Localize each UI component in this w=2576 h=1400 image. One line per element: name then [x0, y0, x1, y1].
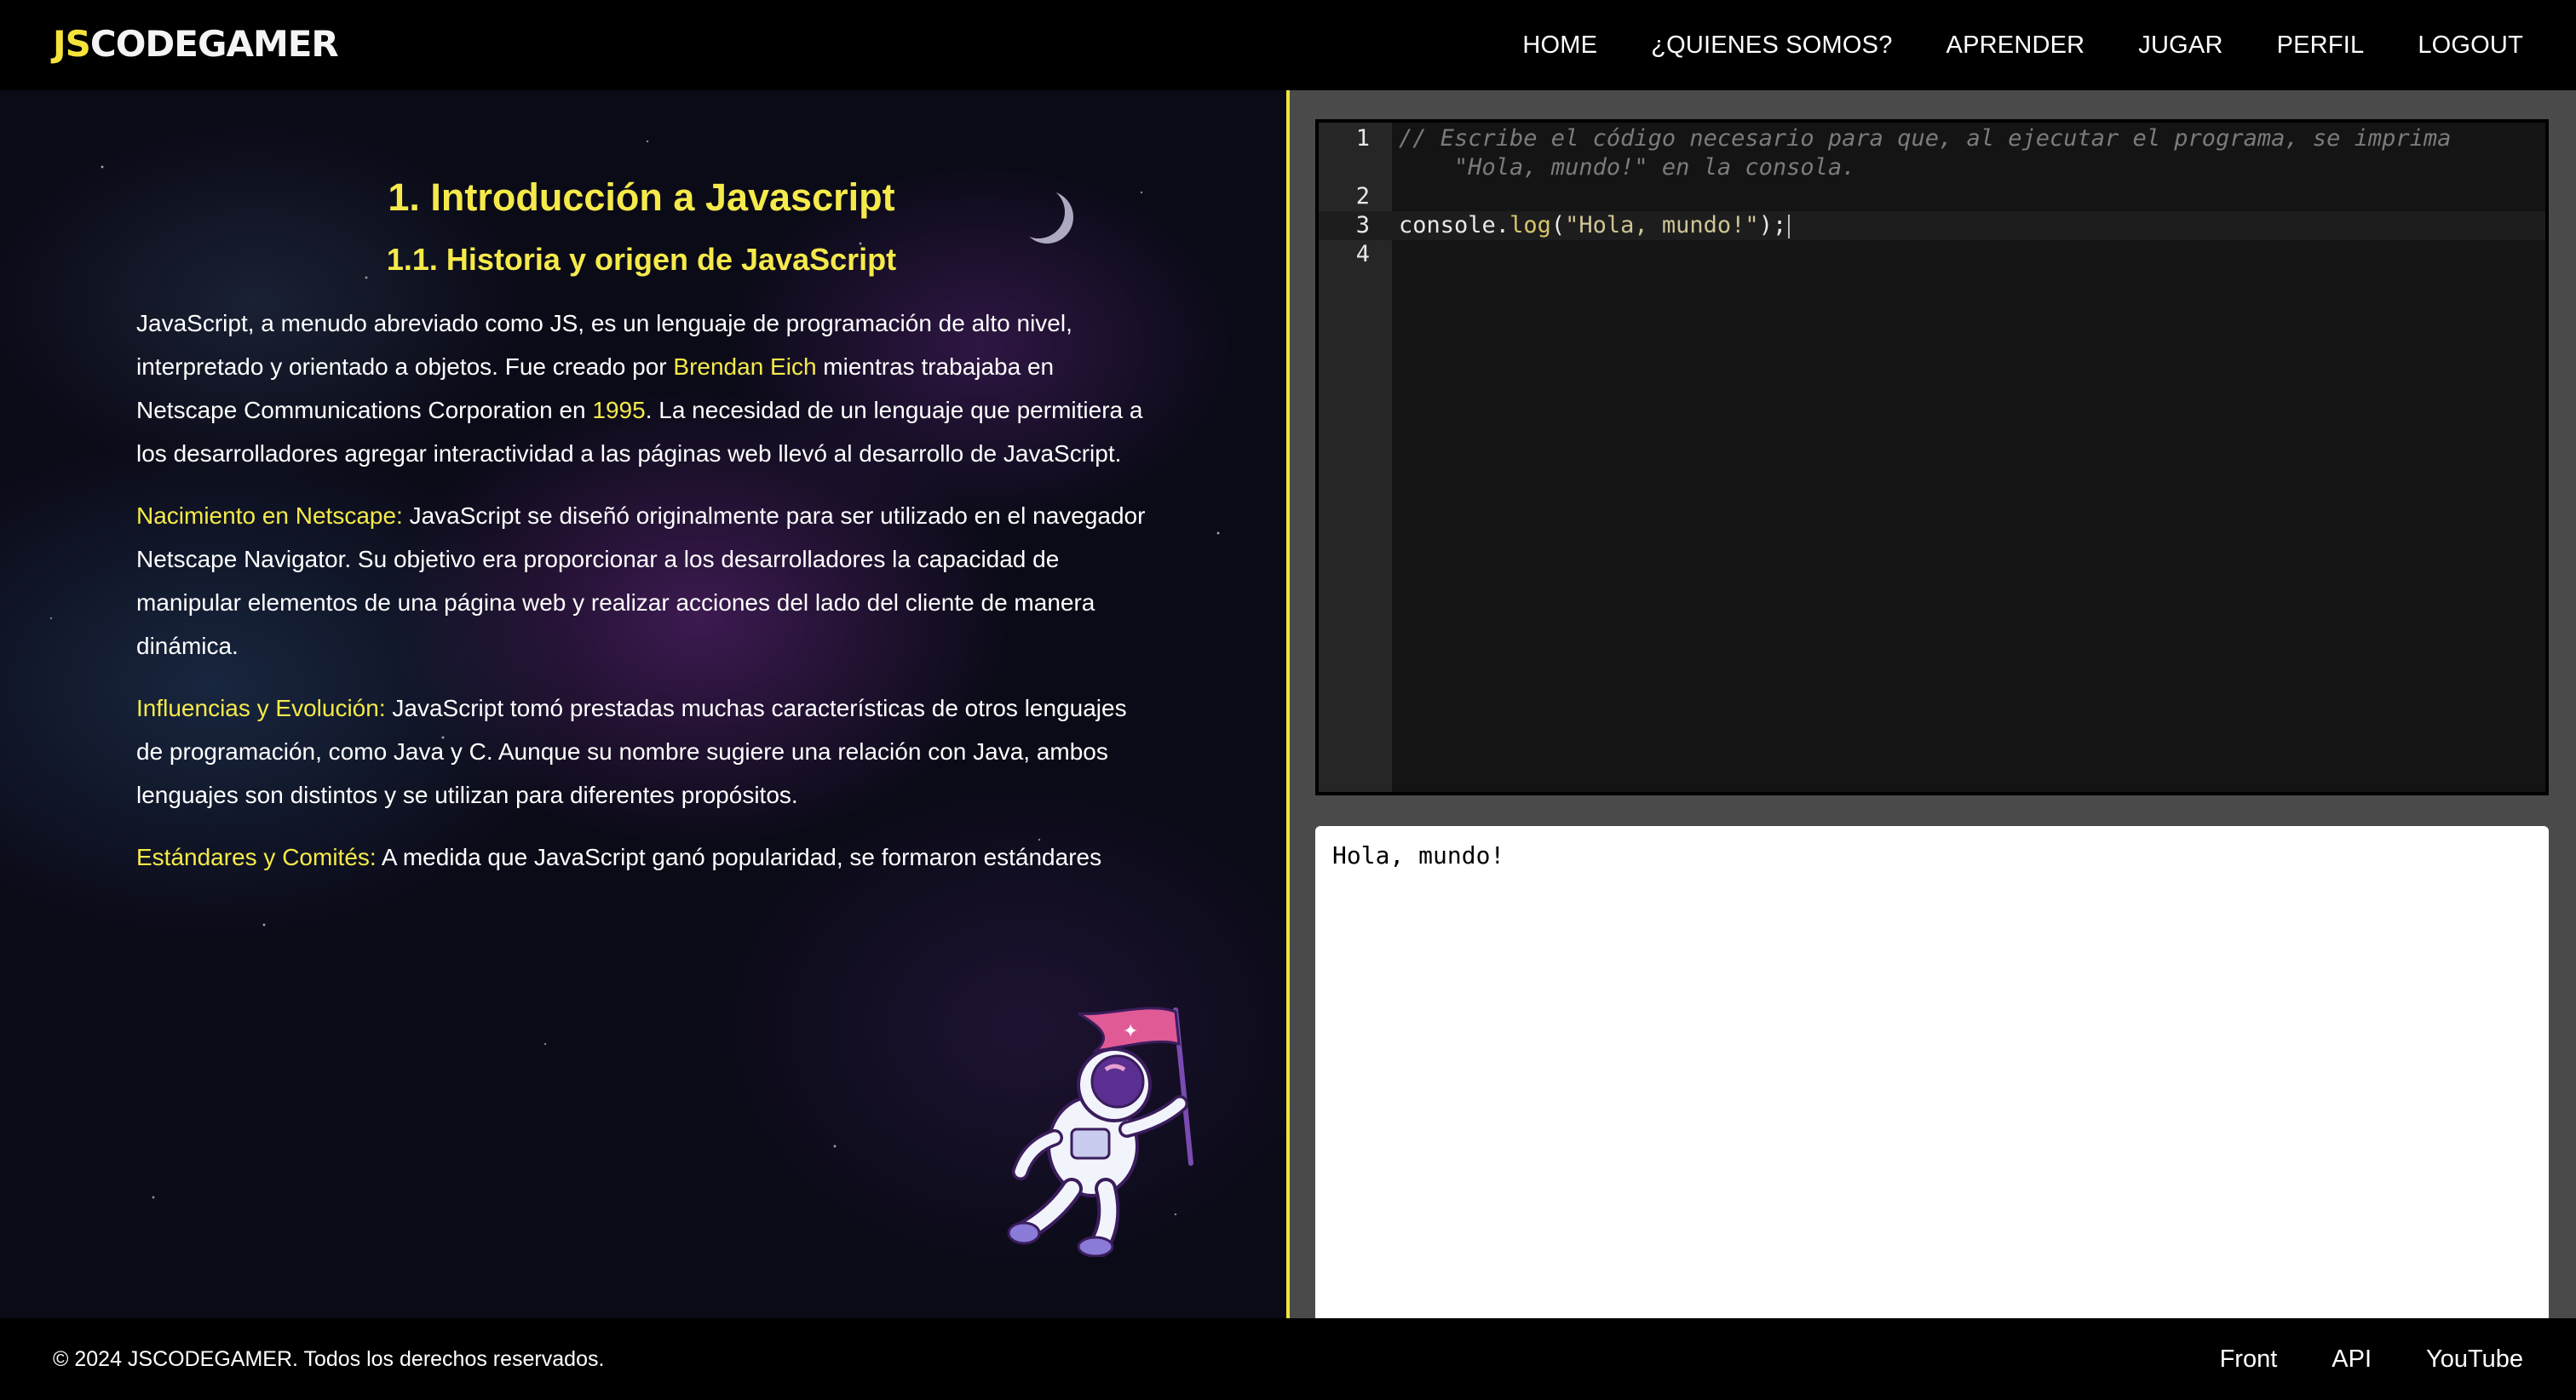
footer: © 2024 JSCODEGAMER. Todos los derechos r… — [0, 1318, 2576, 1400]
p2-label: Nacimiento en Netscape: — [136, 502, 403, 529]
code-comment-line-2: "Hola, mundo!" en la consola. — [1399, 154, 1856, 181]
nav-logout[interactable]: LOGOUT — [2418, 32, 2523, 60]
footer-link-api[interactable]: API — [2332, 1345, 2372, 1374]
line-number: 1 — [1355, 125, 1370, 152]
lesson-content[interactable]: 1. Introducción a Javascript 1.1. Histor… — [136, 174, 1147, 995]
lesson-title: 1. Introducción a Javascript — [388, 175, 895, 219]
lesson-paragraph-2: Nacimiento en Netscape: JavaScript se di… — [136, 494, 1147, 668]
p3-label: Influencias y Evolución: — [136, 695, 386, 721]
line-number: 4 — [1355, 241, 1370, 267]
svg-text:✦: ✦ — [1123, 1021, 1138, 1042]
code-line: 2 — [1319, 182, 2545, 211]
footer-link-youtube[interactable]: YouTube — [2426, 1345, 2523, 1374]
p4-text: A medida que JavaScript ganó popularidad… — [376, 844, 1102, 870]
code-object: console — [1399, 212, 1496, 238]
astronaut-illustration: ✦ — [1007, 1007, 1193, 1257]
code-method: log — [1509, 212, 1551, 238]
line-number-empty — [1319, 153, 1370, 182]
code-editor[interactable]: 1 // Escribe el código necesario para qu… — [1315, 119, 2549, 795]
footer-copyright: © 2024 JSCODEGAMER. Todos los derechos r… — [53, 1347, 605, 1371]
logo-text: CODEGAMER — [89, 23, 339, 65]
code-comment-line-1: // Escribe el código necesario para que,… — [1399, 125, 2452, 152]
main-nav: HOME ¿QUIENES SOMOS? APRENDER JUGAR PERF… — [1522, 0, 2523, 90]
highlight-year: 1995 — [592, 397, 646, 423]
nav-home[interactable]: HOME — [1522, 32, 1597, 60]
code-line: 4 — [1319, 240, 2545, 269]
highlight-brendan-eich: Brendan Eich — [673, 353, 817, 380]
lesson-paragraph-4: Estándares y Comités: A medida que JavaS… — [136, 835, 1147, 879]
lesson-paragraph-1: JavaScript, a menudo abreviado como JS, … — [136, 301, 1147, 475]
code-close: ); — [1758, 212, 1787, 238]
code-open-paren: ( — [1550, 212, 1566, 238]
nav-jugar[interactable]: JUGAR — [2138, 32, 2222, 60]
code-line: 1 // Escribe el código necesario para qu… — [1319, 124, 2545, 153]
lesson-subtitle: 1.1. Historia y origen de JavaScript — [386, 242, 897, 277]
code-dot: . — [1495, 212, 1510, 238]
nav-perfil[interactable]: PERFIL — [2277, 32, 2365, 60]
logo[interactable]: JSCODEGAMER — [53, 22, 339, 66]
top-navbar: JSCODEGAMER HOME ¿QUIENES SOMOS? APRENDE… — [0, 0, 2576, 90]
nav-aprender[interactable]: APRENDER — [1946, 32, 2085, 60]
logo-js: JS — [53, 23, 91, 65]
footer-links: Front API YouTube — [2220, 1318, 2523, 1400]
code-statement: console.log("Hola, mundo!"); — [1399, 211, 1791, 240]
line-number: 2 — [1355, 183, 1370, 209]
coding-panel: 1 // Escribe el código necesario para qu… — [1290, 90, 2576, 1318]
footer-link-front[interactable]: Front — [2220, 1345, 2278, 1374]
code-string: "Hola, mundo!" — [1565, 212, 1759, 238]
lesson-panel: 1. Introducción a Javascript 1.1. Histor… — [0, 90, 1286, 1318]
nav-quienes-somos[interactable]: ¿QUIENES SOMOS? — [1651, 32, 1892, 60]
code-line-wrap: "Hola, mundo!" en la consola. — [1319, 153, 2545, 182]
code-line-active: 3 console.log("Hola, mundo!"); — [1319, 211, 2545, 240]
text-cursor — [1788, 214, 1791, 238]
p4-label: Estándares y Comités: — [136, 844, 377, 870]
console-output[interactable]: Hola, mundo! — [1315, 826, 2549, 1318]
lesson-paragraph-3: Influencias y Evolución: JavaScript tomó… — [136, 686, 1147, 817]
line-number: 3 — [1355, 212, 1370, 238]
console-output-text: Hola, mundo! — [1332, 841, 1505, 869]
editor-lines[interactable]: 1 // Escribe el código necesario para qu… — [1319, 123, 2545, 269]
